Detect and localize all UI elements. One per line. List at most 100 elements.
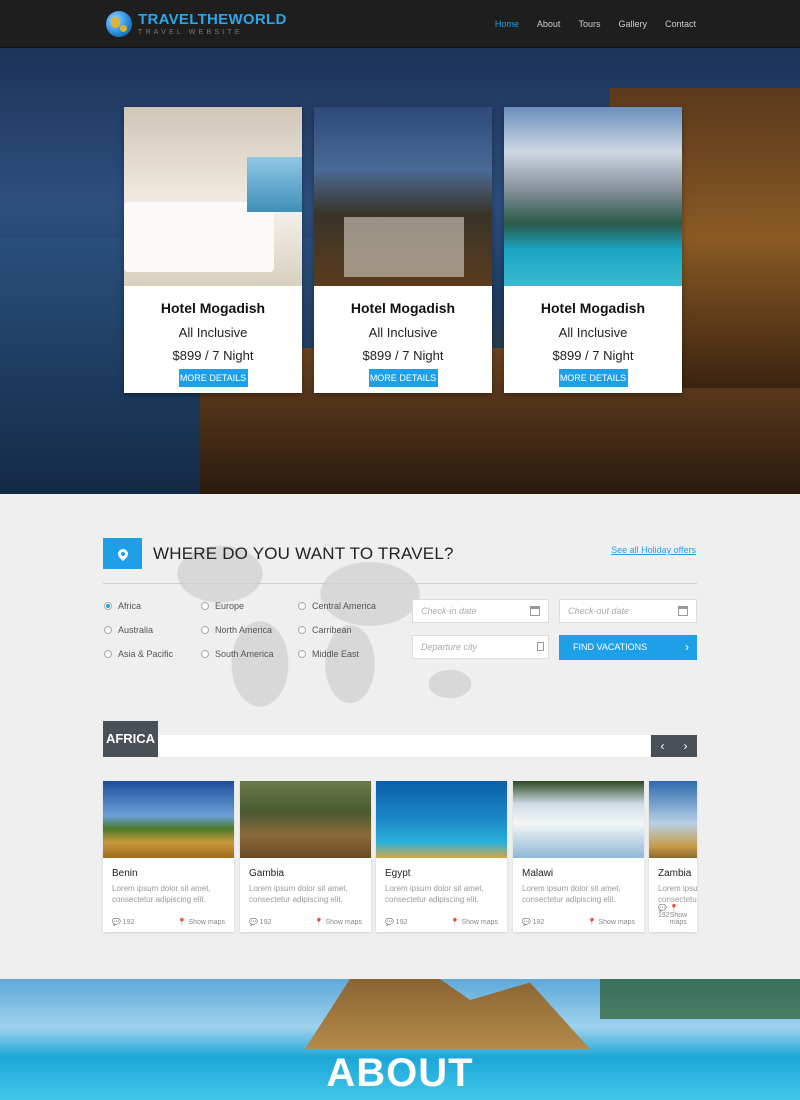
destination-name: Benin [112, 868, 138, 879]
nav-tours[interactable]: Tours [578, 19, 600, 29]
destination-card[interactable]: Zambia Lorem ipsum dolor sit amet, conse… [649, 781, 697, 932]
comment-count: 💬 192 [522, 919, 545, 926]
region-radio-africa[interactable]: Africa [104, 601, 141, 611]
logo-title: TRAVELTHEWORLD [138, 11, 287, 28]
more-details-button[interactable]: MORE DETAILS [558, 369, 628, 387]
globe-icon [106, 11, 132, 37]
radio-dot [104, 602, 112, 610]
hotel-price: $899 / 7 Night [552, 348, 634, 363]
checkout-date-field[interactable]: Check-out date [559, 599, 697, 623]
departure-city-field[interactable]: Departure city [412, 635, 549, 659]
region-radio-asia-pacific[interactable]: Asia & Pacific [104, 649, 173, 659]
carousel-controls: ‹ › [651, 735, 697, 757]
chevron-right-icon: › [685, 640, 689, 654]
destination-description: Lorem ipsum dolor sit amet, consectetur … [522, 884, 621, 904]
holiday-offers-link[interactable]: See all Holiday offers [611, 545, 696, 555]
show-maps-link[interactable]: 📍 Show maps [451, 918, 498, 926]
carousel-next-button[interactable]: › [674, 735, 697, 757]
hotel-photo [124, 107, 302, 286]
logo-subtitle: TRAVEL WEBSITE [138, 29, 243, 36]
radio-dot [201, 602, 209, 610]
about-heading: ABOUT [326, 1051, 474, 1095]
destination-photo [240, 781, 371, 858]
show-maps-link[interactable]: 📍 Show maps [315, 918, 362, 926]
radio-dot [104, 626, 112, 634]
radio-dot [298, 602, 306, 610]
comment-count: 💬 192 [249, 919, 272, 926]
show-maps-link[interactable]: 📍 Show maps [588, 918, 635, 926]
site-logo[interactable]: TRAVELTHEWORLD TRAVEL WEBSITE [106, 11, 287, 37]
hotel-subtitle: All Inclusive [558, 325, 628, 340]
resort-image [305, 979, 590, 1049]
about-section: ABOUT [0, 979, 800, 1100]
hotel-subtitle: All Inclusive [368, 325, 438, 340]
calendar-icon [678, 606, 688, 616]
comment-count: 💬 192 [112, 919, 135, 926]
region-radio-carribean[interactable]: Carribean [298, 625, 352, 635]
calendar-icon [530, 606, 540, 616]
hotel-subtitle: All Inclusive [178, 325, 248, 340]
destination-description: Lorem ipsum dolor sit amet, consectetur … [385, 884, 484, 904]
travel-search-section: WHERE DO YOU WANT TO TRAVEL? See all Hol… [0, 494, 800, 978]
hotel-title: Hotel Mogadish [540, 300, 646, 316]
hotel-price: $899 / 7 Night [362, 348, 444, 363]
search-title: WHERE DO YOU WANT TO TRAVEL? [153, 544, 454, 563]
destination-name: Malawi [522, 868, 554, 879]
africa-section-label: AFRICA [103, 721, 158, 757]
destination-description: Lorem ipsum dolor sit amet, consectetur … [112, 884, 211, 904]
hero-banner: Hotel Mogadish All Inclusive $899 / 7 Ni… [0, 48, 800, 494]
radio-dot [201, 650, 209, 658]
hotel-card: Hotel Mogadish All Inclusive $899 / 7 Ni… [314, 107, 492, 393]
destination-photo [103, 781, 234, 858]
comment-count: 💬 192 [658, 905, 670, 919]
destination-name: Egypt [385, 868, 411, 879]
destination-name: Zambia [658, 868, 692, 879]
region-radio-europe[interactable]: Europe [201, 601, 244, 611]
region-radio-middle-east[interactable]: Middle East [298, 649, 359, 659]
destination-photo [513, 781, 644, 858]
region-radio-australia[interactable]: Australia [104, 625, 153, 635]
main-menu: Home About Tours Gallery Contact [477, 0, 696, 48]
top-nav: TRAVELTHEWORLD TRAVEL WEBSITE Home About… [0, 0, 800, 48]
more-details-button[interactable]: MORE DETAILS [368, 369, 438, 387]
destination-photo [376, 781, 507, 858]
nav-home[interactable]: Home [495, 19, 519, 29]
find-vacations-button[interactable]: FIND VACATIONS › [559, 635, 697, 660]
nav-contact[interactable]: Contact [665, 19, 696, 29]
destination-description: Lorem ipsum dolor sit amet, consectetur … [249, 884, 348, 904]
hotel-card: Hotel Mogadish All Inclusive $899 / 7 Ni… [504, 107, 682, 393]
africa-section-bar [158, 735, 650, 757]
hotel-card: Hotel Mogadish All Inclusive $899 / 7 Ni… [124, 107, 302, 393]
destination-card[interactable]: Egypt Lorem ipsum dolor sit amet, consec… [376, 781, 507, 932]
destination-description: Lorem ipsum dolor sit amet, consectetur … [658, 884, 697, 904]
nav-about[interactable]: About [537, 19, 561, 29]
checkin-date-field[interactable]: Check-in date [412, 599, 549, 623]
destination-photo [649, 781, 697, 858]
more-details-button[interactable]: MORE DETAILS [178, 369, 248, 387]
show-maps-link[interactable]: 📍 Show maps [670, 904, 688, 926]
hotel-title: Hotel Mogadish [160, 300, 266, 316]
divider [103, 583, 697, 584]
location-pin-icon [115, 546, 130, 561]
radio-dot [201, 626, 209, 634]
destination-name: Gambia [249, 868, 285, 879]
location-icon [537, 642, 544, 651]
radio-dot [298, 626, 306, 634]
radio-dot [298, 650, 306, 658]
destination-card[interactable]: Malawi Lorem ipsum dolor sit amet, conse… [513, 781, 644, 932]
radio-dot [104, 650, 112, 658]
destination-card[interactable]: Gambia Lorem ipsum dolor sit amet, conse… [240, 781, 371, 932]
hotel-photo [314, 107, 492, 286]
hotel-photo [504, 107, 682, 286]
palm-trees-image [600, 979, 800, 1019]
destination-card[interactable]: Benin Lorem ipsum dolor sit amet, consec… [103, 781, 234, 932]
region-radio-north-america[interactable]: North America [201, 625, 272, 635]
carousel-prev-button[interactable]: ‹ [651, 735, 674, 757]
region-radio-central-america[interactable]: Central America [298, 601, 376, 611]
show-maps-link[interactable]: 📍 Show maps [178, 918, 225, 926]
hotel-title: Hotel Mogadish [350, 300, 456, 316]
comment-count: 💬 192 [385, 919, 408, 926]
region-radio-south-america[interactable]: South America [201, 649, 274, 659]
hotel-price: $899 / 7 Night [172, 348, 254, 363]
nav-gallery[interactable]: Gallery [618, 19, 647, 29]
